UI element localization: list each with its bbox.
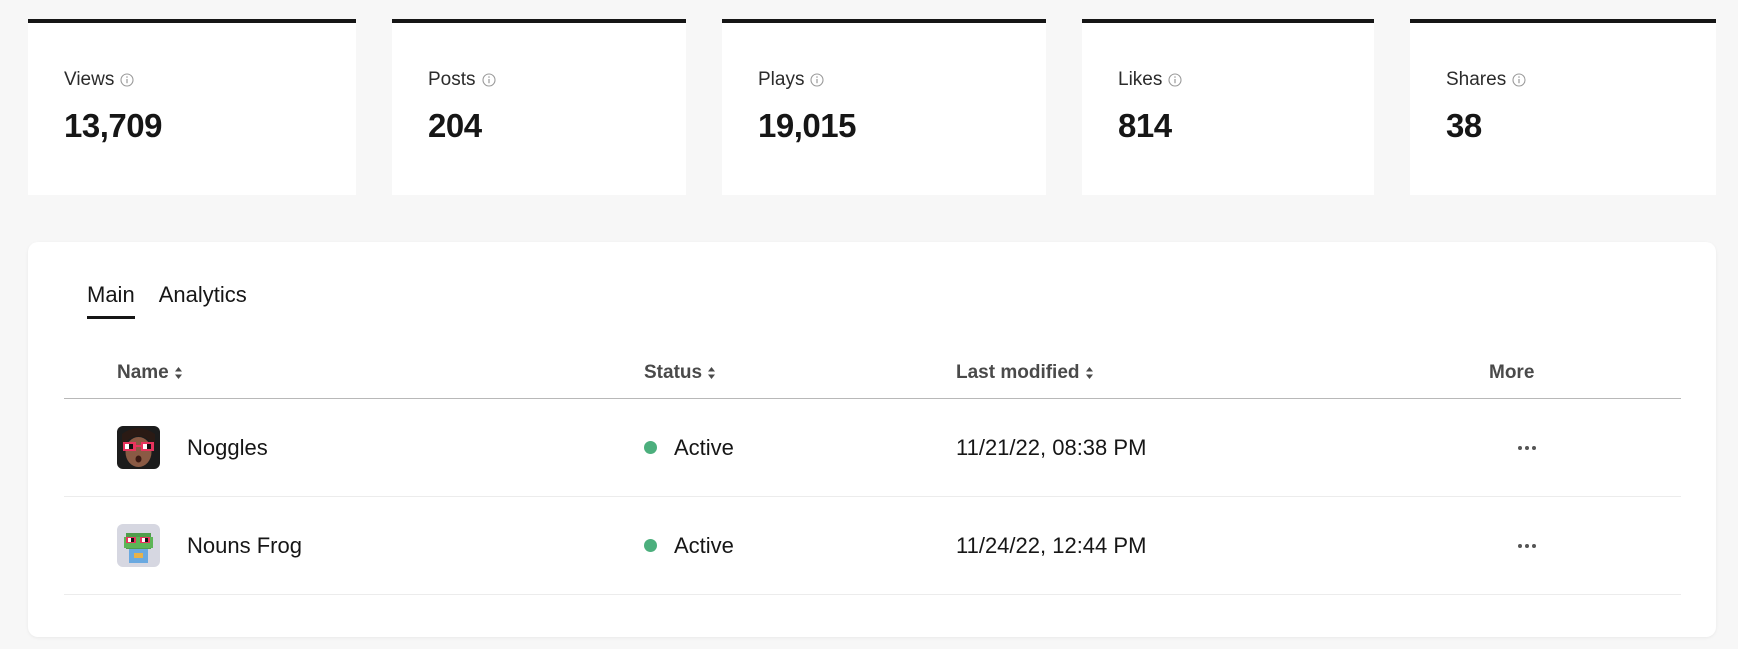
stat-value: 204 bbox=[428, 107, 482, 144]
info-icon[interactable] bbox=[1512, 73, 1526, 87]
column-header-label: Last modified bbox=[956, 362, 1080, 383]
column-header-label: Name bbox=[117, 362, 169, 383]
stat-card-plays: Plays 19,015 bbox=[722, 19, 1046, 195]
status-dot bbox=[644, 539, 657, 552]
name-cell: Nouns Frog bbox=[117, 497, 302, 594]
tab-analytics[interactable]: Analytics bbox=[159, 282, 247, 319]
column-header-name[interactable]: Name bbox=[117, 362, 183, 384]
frog-avatar bbox=[117, 524, 160, 567]
modified-cell: 11/24/22, 12:44 PM bbox=[956, 532, 1147, 558]
stat-value: 19,015 bbox=[758, 107, 856, 144]
stats-row: Views 13,709 Posts 204 Plays 19,015 Like… bbox=[0, 19, 1738, 195]
stat-value: 38 bbox=[1446, 107, 1482, 144]
tab-main[interactable]: Main bbox=[87, 282, 135, 319]
noggles-avatar bbox=[117, 426, 160, 469]
name-cell: Noggles bbox=[117, 399, 268, 496]
tab-bar: Main Analytics bbox=[87, 282, 247, 319]
stat-label-text: Posts bbox=[428, 69, 476, 90]
stat-card-shares: Shares 38 bbox=[1410, 19, 1716, 195]
item-name[interactable]: Nouns Frog bbox=[187, 533, 302, 559]
column-header-label: More bbox=[1489, 362, 1535, 383]
content-panel: Main Analytics Name Status Last modified bbox=[28, 242, 1716, 637]
info-icon[interactable] bbox=[120, 73, 134, 87]
stat-label-text: Likes bbox=[1118, 69, 1163, 90]
info-icon[interactable] bbox=[810, 73, 825, 87]
stat-label-text: Plays bbox=[758, 69, 805, 90]
stat-label: Plays bbox=[758, 69, 825, 91]
stat-label-text: Shares bbox=[1446, 69, 1507, 90]
more-cell bbox=[1518, 497, 1536, 594]
more-icon[interactable] bbox=[1518, 445, 1536, 450]
status-cell: Active bbox=[644, 497, 734, 594]
status-text: Active bbox=[674, 532, 734, 558]
stat-value: 13,709 bbox=[64, 107, 162, 144]
stat-value: 814 bbox=[1118, 107, 1172, 144]
table-row[interactable]: Nouns Frog Active 11/24/22, 12:44 PM bbox=[64, 497, 1681, 595]
table-header: Name Status Last modified More bbox=[64, 350, 1681, 399]
status-text: Active bbox=[674, 434, 734, 460]
item-name[interactable]: Noggles bbox=[187, 435, 268, 461]
sort-icon bbox=[707, 366, 716, 380]
info-icon[interactable] bbox=[481, 73, 496, 87]
table-row[interactable]: Noggles Active 11/21/22, 08:38 PM bbox=[64, 399, 1681, 497]
stat-card-posts: Posts 204 bbox=[392, 19, 686, 195]
status-cell: Active bbox=[644, 399, 734, 496]
more-icon[interactable] bbox=[1518, 543, 1536, 548]
column-header-status[interactable]: Status bbox=[644, 362, 716, 384]
more-cell bbox=[1518, 399, 1536, 496]
stat-label-text: Views bbox=[64, 69, 115, 90]
status-dot bbox=[644, 441, 657, 454]
stat-label: Likes bbox=[1118, 69, 1182, 91]
stat-label: Views bbox=[64, 69, 134, 91]
stat-card-likes: Likes 814 bbox=[1082, 19, 1374, 195]
items-table: Name Status Last modified More Noggles A… bbox=[64, 350, 1681, 595]
column-header-label: Status bbox=[644, 362, 703, 383]
info-icon[interactable] bbox=[1168, 73, 1182, 87]
column-header-last-modified[interactable]: Last modified bbox=[956, 362, 1094, 384]
column-header-more: More bbox=[1489, 362, 1534, 384]
stat-label: Shares bbox=[1446, 69, 1526, 91]
stat-label: Posts bbox=[428, 69, 496, 91]
stat-card-views: Views 13,709 bbox=[28, 19, 356, 195]
modified-cell: 11/21/22, 08:38 PM bbox=[956, 434, 1147, 460]
sort-icon bbox=[1085, 366, 1094, 380]
sort-icon bbox=[174, 366, 183, 380]
